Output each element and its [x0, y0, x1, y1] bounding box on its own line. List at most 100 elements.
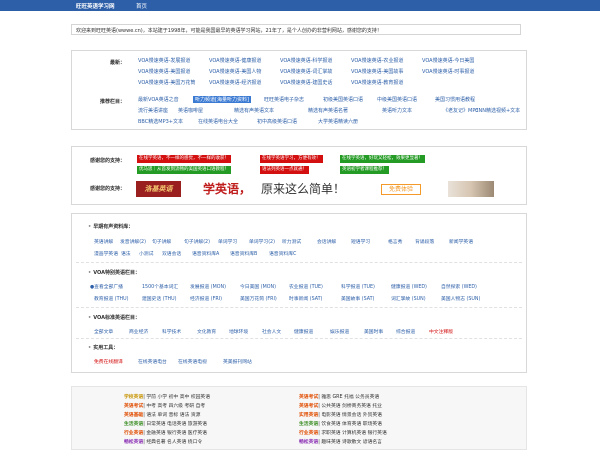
nav-latest-link[interactable]: VOA慢速英语-美国人物 [209, 68, 261, 75]
footer-category[interactable]: 英语基础 [124, 413, 143, 418]
early-audio-link[interactable]: 新闻学英语 [449, 238, 473, 245]
voa-standard-link[interactable]: 健康报道 [294, 328, 313, 335]
tool-link[interactable]: 免费在线翻译 [94, 358, 123, 365]
tool-link[interactable]: 英美报刊网站 [223, 358, 252, 365]
footer-links[interactable]: | 经典名著 名人英语 绕口令 [143, 440, 202, 445]
footer-links[interactable]: | 公共英语 剑桥商务英语 托业 [318, 404, 382, 409]
early-audio-link[interactable]: 语音资料库C [269, 250, 296, 257]
early-audio-link[interactable]: 语音资料库A [192, 250, 219, 257]
nav-recommend-link[interactable]: 精选有声英语文本 [234, 107, 274, 114]
early-audio-link[interactable]: 英语讲解 [94, 238, 113, 245]
voa-standard-link[interactable]: 美国时事 [364, 328, 383, 335]
nav-latest-link[interactable]: VOA慢速英语-发展报道 [138, 57, 190, 64]
nav-recommend-link[interactable]: BBC精选MP3+文本 [138, 118, 183, 125]
voa-standard-link[interactable]: 中文注释版 [429, 328, 453, 335]
early-audio-link[interactable]: 双语会话 [162, 250, 181, 257]
voa-standard-link[interactable]: 科学技术 [162, 328, 181, 335]
voa-special-link[interactable]: 今日美国 (MON) [240, 283, 276, 290]
nav-recommend-link[interactable]: 听力频道[海量听力资料] [193, 96, 251, 103]
support-tag[interactable]: 优马思｜从首发到流畅的美国英语口语教程！ [137, 166, 231, 174]
early-audio-link[interactable]: 小测试 [139, 250, 153, 257]
voa-special-link[interactable]: 美国人物志 (SUN) [441, 295, 480, 302]
nav-recommend-link[interactable]: 中级美国英语口语 [377, 96, 417, 103]
footer-links[interactable]: | 金融英语 银行英语 医疗英语 [143, 431, 207, 436]
nav-recommend-link[interactable]: 《老友记》MP3 [443, 107, 479, 114]
home-link[interactable]: 首页 [136, 2, 147, 10]
nav-latest-link[interactable]: VOA慢速英语-词汇掌故 [280, 68, 332, 75]
footer-category[interactable]: 生活英语 [124, 422, 143, 427]
support-tag[interactable]: 英语初学者课程推荐！ [340, 166, 389, 174]
voa-special-link[interactable]: 健康报道 (WED) [391, 283, 427, 290]
tool-link[interactable]: 在线英语电视 [178, 358, 207, 365]
footer-links[interactable]: | 学前 小学 初中 高中 校园英语 [143, 395, 210, 400]
footer-category[interactable]: 行业英语 [299, 431, 318, 436]
voa-standard-link[interactable]: 文化教育 [197, 328, 216, 335]
footer-links[interactable]: | 中考 高考 四六级 考研 自考 [143, 404, 205, 409]
footer-category[interactable]: 英语考试 [299, 395, 318, 400]
footer-category[interactable]: 畅松英语 [299, 440, 318, 445]
voa-special-link[interactable]: 词汇掌故 (SUN) [391, 295, 426, 302]
footer-links[interactable]: | 日常英语 电话英语 旅游英语 [143, 422, 207, 427]
footer-links[interactable]: | 饮食英语 体育英语 职场英语 [318, 422, 382, 427]
ad-banner[interactable]: 洛基英语 学英语， 原来这么简单！ 免费体验 [136, 181, 494, 197]
voa-special-link[interactable]: 美国万花筒 (FRI) [240, 295, 277, 302]
nav-latest-link[interactable]: VOA慢速英语-美国故事 [351, 68, 403, 75]
support-tag[interactable]: 在线学英语学习，方便有效！ [260, 155, 323, 163]
nav-recommend-link[interactable]: 英语听力文本 [382, 107, 412, 114]
nav-latest-link[interactable]: VOA慢速英语-时事报道 [422, 68, 474, 75]
voa-standard-link[interactable]: 综合报道 [396, 328, 415, 335]
voa-special-link[interactable]: 经济报道 (FRI) [190, 295, 222, 302]
voa-standard-link[interactable]: 娱乐报道 [330, 328, 349, 335]
voa-special-link[interactable]: 教育报道 (THU) [94, 295, 129, 302]
support-tag[interactable]: 在线学英语，不一样的感觉，不一样的收获！ [137, 155, 231, 163]
voa-special-link[interactable]: 发展报道 (MON) [190, 283, 226, 290]
voa-standard-link[interactable]: 地球环境 [229, 328, 248, 335]
voa-special-link[interactable]: 时事新闻 (SAT) [289, 295, 322, 302]
nav-latest-link[interactable]: VOA慢速英语-教育报道 [351, 79, 403, 86]
nav-recommend-link[interactable]: 最新VOA英语之音 [138, 96, 179, 103]
nav-latest-link[interactable]: VOA慢速英语-农业报道 [351, 57, 403, 64]
early-audio-link[interactable]: 句子讲解(2) [184, 238, 210, 245]
nav-latest-link[interactable]: VOA慢速英语-健康报道 [209, 57, 261, 64]
nav-recommend-link[interactable]: 英语咖啡屋 [178, 107, 203, 114]
nav-recommend-link[interactable]: 初中高级英语口语 [257, 118, 297, 125]
footer-links[interactable]: | 雅思 GRE 托福 公务员英语 [318, 395, 379, 400]
free-trial-button[interactable]: 免费体验 [381, 184, 421, 195]
nav-latest-link[interactable]: VOA慢速英语-美国报道 [138, 68, 190, 75]
nav-recommend-link[interactable]: 在线英语电台大全 [198, 118, 238, 125]
support-tag[interactable]: 在线学英语，好玩又轻松，效果更显著！ [340, 155, 425, 163]
nav-latest-link[interactable]: VOA慢速英语-科学报道 [280, 57, 332, 64]
early-audio-link[interactable]: 语音资料库B [230, 250, 257, 257]
voa-special-link[interactable]: 科学报道 (TUE) [341, 283, 375, 290]
nav-recommend-link[interactable]: CNN精选视频+文本 [475, 107, 520, 114]
footer-category[interactable]: 学校英语 [124, 395, 143, 400]
voa-standard-link[interactable]: 商业经济 [129, 328, 148, 335]
nav-recommend-link[interactable]: 美国习惯用语教程 [435, 96, 475, 103]
early-audio-link[interactable]: 发音讲解(2) [120, 238, 146, 245]
nav-latest-link[interactable]: VOA慢速英语-今日美国 [422, 57, 474, 64]
voa-special-link[interactable]: ●查看全部广播 [90, 283, 123, 290]
footer-category[interactable]: 生活英语 [299, 422, 318, 427]
early-audio-link[interactable]: 格言秀 [388, 238, 402, 245]
early-audio-link[interactable]: 短语学习 [351, 238, 370, 245]
voa-standard-link[interactable]: 全部文章 [94, 328, 113, 335]
footer-category[interactable]: 畅松英语 [124, 440, 143, 445]
footer-links[interactable]: | 求职英语 计算机英语 银行英语 [318, 431, 387, 436]
support-tag[interactable]: 语法列英语一点就通！ [260, 166, 309, 174]
voa-special-link[interactable]: 1500个基本词汇 [142, 283, 178, 290]
voa-special-link[interactable]: 自然探索 (WED) [441, 283, 477, 290]
early-audio-link[interactable]: 单词学习 [218, 238, 237, 245]
nav-recommend-link[interactable]: 精选有声英语名著 [308, 107, 348, 114]
nav-recommend-link[interactable]: 流行美语讲座 [138, 107, 168, 114]
nav-recommend-link[interactable]: 初级美国英语口语 [323, 96, 363, 103]
early-audio-link[interactable]: 单词学习(2) [249, 238, 275, 245]
nav-recommend-link[interactable]: 旺旺英语电子杂志 [264, 96, 304, 103]
early-audio-link[interactable]: 语法 [121, 250, 131, 257]
voa-standard-link[interactable]: 社会人文 [262, 328, 281, 335]
nav-latest-link[interactable]: VOA慢速英语-美国万花筒 [138, 79, 195, 86]
early-audio-link[interactable]: 背诵段落 [415, 238, 434, 245]
early-audio-link[interactable]: 会话讲解 [317, 238, 336, 245]
early-audio-link[interactable]: 漫画学英语 [94, 250, 118, 257]
footer-category[interactable]: 英语考试 [299, 404, 318, 409]
voa-special-link[interactable]: 农业报道 (TUE) [289, 283, 323, 290]
